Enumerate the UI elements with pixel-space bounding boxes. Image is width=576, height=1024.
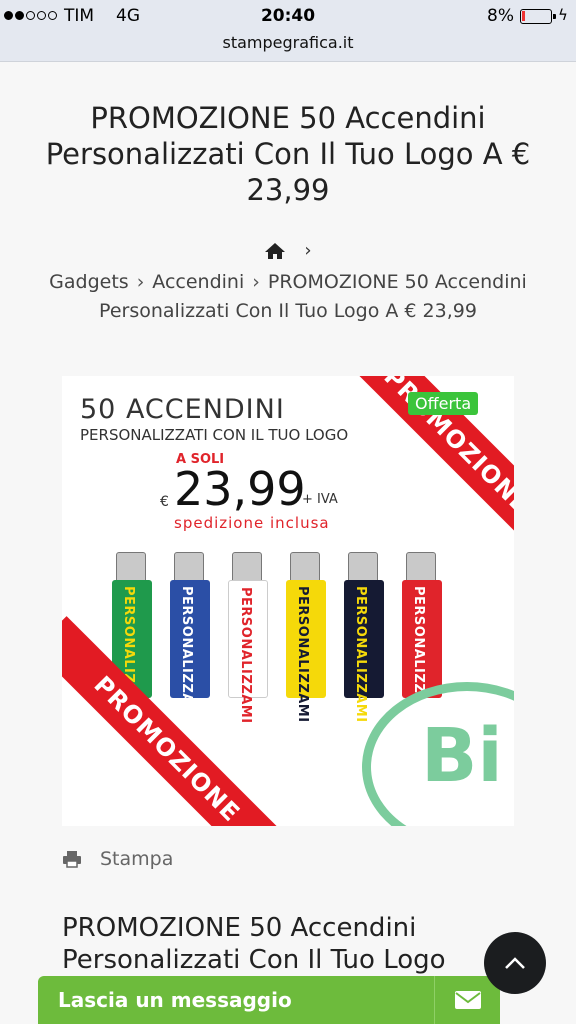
breadcrumb-separator: ›	[252, 271, 260, 293]
lighter-text: PERSONALIZZAMI	[353, 586, 368, 723]
product-subtitle: PROMOZIONE 50 Accendini Personalizzati C…	[62, 913, 446, 975]
print-label: Stampa	[100, 848, 174, 870]
image-iva: + IVA	[302, 492, 338, 507]
image-currency: €	[160, 494, 169, 510]
chat-message-bar[interactable]: Lascia un messaggio	[38, 976, 500, 1024]
lighter-text: PERSONALIZZAMI	[238, 587, 253, 724]
breadcrumb-separator: ›	[304, 240, 312, 261]
breadcrumb-separator: ›	[136, 271, 145, 293]
status-bar: TIM 4G 20:40 8% ϟ stampegrafica.it	[0, 0, 576, 62]
image-subtitle: PERSONALIZZATI CON IL TUO LOGO	[80, 426, 349, 444]
printer-icon	[63, 851, 81, 868]
brand-watermark: Bi	[362, 682, 514, 826]
breadcrumb-gadgets[interactable]: Gadgets	[49, 271, 129, 293]
address-bar-url[interactable]: stampegrafica.it	[0, 33, 576, 52]
battery-icon	[520, 9, 556, 24]
page-title: PROMOZIONE 50 Accendini Personalizzati C…	[45, 101, 531, 207]
print-button[interactable]: Stampa	[62, 848, 173, 870]
chevron-up-icon	[505, 957, 525, 969]
lighter-6: PERSONALIZZAMI	[398, 552, 442, 723]
charging-icon: ϟ	[558, 6, 568, 24]
lighter-text: PERSONALIZZAMI	[179, 586, 194, 723]
image-title: 50 ACCENDINI	[80, 394, 285, 425]
battery-percent: 8%	[487, 6, 514, 26]
offer-badge: Offerta	[408, 392, 479, 415]
lighter-text: PERSONALIZZAMI	[295, 586, 310, 723]
lighter-3: PERSONALIZZAMI	[224, 552, 268, 724]
envelope-icon	[454, 991, 481, 1009]
lighters-row: PERSONALIZZAMI PERSONALIZZAMI PERSONALIZZA…	[108, 552, 458, 724]
chat-label: Lascia un messaggio	[58, 988, 292, 1012]
image-shipping: spedizione inclusa	[174, 514, 330, 532]
home-icon[interactable]	[264, 242, 286, 260]
image-price: 23,99	[174, 462, 306, 516]
scroll-top-button[interactable]	[484, 932, 546, 994]
breadcrumb-accendini[interactable]: Accendini	[152, 271, 244, 293]
chat-mail-button[interactable]	[434, 976, 500, 1024]
breadcrumb: Gadgets › Accendini › PROMOZIONE 50 Accendin…	[30, 268, 546, 326]
breadcrumb-home-row: ›	[0, 240, 576, 261]
product-image[interactable]: 50 ACCENDINI PERSONALIZZATI CON IL TUO L…	[62, 376, 514, 826]
lighter-2: PERSONALIZZAMI	[166, 552, 210, 723]
lighter-5: PERSONALIZZAMI	[340, 552, 384, 723]
lighter-4: PERSONALIZZAMI	[282, 552, 326, 723]
